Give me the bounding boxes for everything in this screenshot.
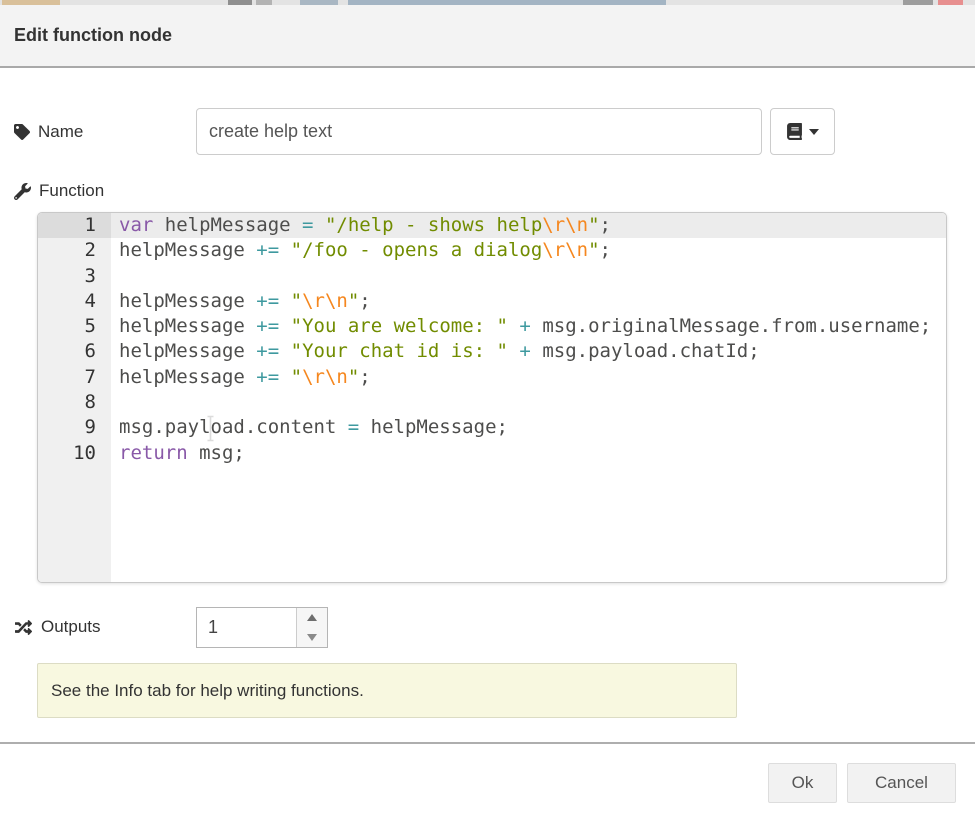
gutter-line-number: 10 — [38, 441, 111, 466]
outputs-input[interactable] — [197, 608, 306, 647]
gutter-line-number: 7 — [38, 365, 111, 390]
name-label-text: Name — [38, 122, 83, 142]
code-line — [111, 264, 946, 289]
spin-down-icon — [307, 634, 317, 641]
spin-down-button[interactable] — [297, 628, 327, 648]
code-line: helpMessage += "\r\n"; — [111, 365, 946, 390]
code-line: helpMessage += "Your chat id is: " + msg… — [111, 339, 946, 364]
code-line: msg.payload.content = helpMessage; — [111, 415, 946, 440]
spinner-buttons — [296, 608, 327, 647]
dialog-title: Edit function node — [14, 5, 172, 66]
spin-up-icon — [307, 614, 317, 621]
gutter-line-number: 4 — [38, 289, 111, 314]
ok-button[interactable]: Ok — [768, 763, 837, 803]
book-icon — [787, 123, 802, 140]
wrench-icon — [14, 183, 31, 200]
gutter-line-number: 6 — [38, 339, 111, 364]
code-editor[interactable]: 12345678910 var helpMessage = "/help - s… — [37, 212, 947, 583]
editor-gutter: 12345678910 — [38, 213, 111, 582]
caret-down-icon — [809, 129, 819, 135]
outputs-spinner — [196, 607, 328, 648]
name-input[interactable] — [196, 108, 762, 155]
dialog-header: Edit function node — [0, 5, 975, 68]
library-button[interactable] — [770, 108, 835, 155]
code-line: helpMessage += "\r\n"; — [111, 289, 946, 314]
code-line — [111, 390, 946, 415]
gutter-line-number: 9 — [38, 415, 111, 440]
gutter-line-number: 5 — [38, 314, 111, 339]
code-line: helpMessage += "You are welcome: " + msg… — [111, 314, 946, 339]
cancel-button[interactable]: Cancel — [847, 763, 956, 803]
code-line: return msg; — [111, 441, 946, 466]
edit-function-dialog: Edit function node Name Function 1234567… — [0, 5, 975, 815]
tag-icon — [14, 124, 30, 140]
gutter-line-number: 3 — [38, 264, 111, 289]
outputs-label-text: Outputs — [41, 617, 101, 637]
screen: Edit function node Name Function 1234567… — [0, 0, 975, 815]
shuffle-icon — [14, 619, 33, 636]
name-label: Name — [14, 108, 83, 155]
gutter-line-number: 8 — [38, 390, 111, 415]
function-label-text: Function — [39, 181, 104, 201]
gutter-line-number: 1 — [38, 213, 111, 238]
code-line: helpMessage += "/foo - opens a dialog\r\… — [111, 238, 946, 263]
code-line: var helpMessage = "/help - shows help\r\… — [111, 213, 946, 238]
gutter-line-number: 2 — [38, 238, 111, 263]
editor-code-area[interactable]: var helpMessage = "/help - shows help\r\… — [111, 213, 946, 582]
footer-separator — [0, 742, 975, 744]
form-tip: See the Info tab for help writing functi… — [37, 663, 737, 718]
function-label: Function — [14, 176, 104, 206]
outputs-label: Outputs — [14, 609, 101, 645]
mouse-text-cursor — [205, 415, 216, 442]
spin-up-button[interactable] — [297, 608, 327, 628]
